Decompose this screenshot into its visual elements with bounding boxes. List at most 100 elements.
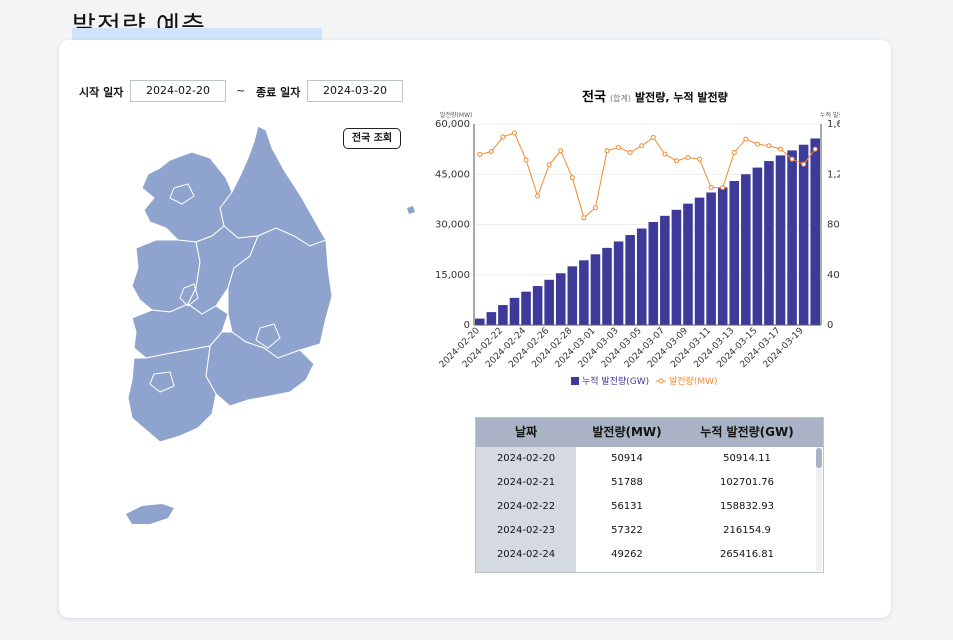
line-point: [639, 143, 645, 149]
bar: [602, 247, 612, 325]
line-point: [720, 185, 726, 191]
cell-generation: 50914: [611, 453, 643, 464]
line-point: [592, 205, 598, 211]
bar: [486, 312, 497, 325]
generation-chart: 전국 (합계) 발전량, 누적 발전량 발전량(MW) 누적 발전량(GW) 0…: [435, 89, 840, 387]
bar: [509, 297, 520, 325]
bar: [544, 279, 554, 325]
header-date: 날짜: [514, 425, 538, 439]
cell-date: 2024-02-22: [496, 501, 556, 512]
line-point: [697, 156, 703, 162]
cell-generation: 57322: [611, 525, 643, 536]
line-point: [812, 146, 818, 152]
line-point: [477, 151, 483, 157]
cell-generation: 56131: [611, 501, 643, 512]
y-left-tick-label: 0: [464, 320, 470, 331]
start-date-label: 시작 일자: [79, 86, 124, 99]
header-cumulative: 누적 발전량(GW): [700, 425, 794, 439]
line-point: [535, 193, 541, 199]
y-right-tick-label: 1,200,000: [827, 169, 840, 180]
bar: [798, 144, 809, 325]
cell-date: 2024-02-20: [496, 453, 556, 464]
legend-bar-swatch: [571, 377, 579, 385]
line-point: [685, 155, 691, 160]
map-region-gyeonggi[interactable]: [141, 151, 233, 243]
line-point: [650, 134, 656, 140]
right-axis-label: 누적 발전량(GW): [820, 111, 840, 119]
bar: [613, 241, 624, 325]
y-left-tick-label: 45,000: [435, 169, 470, 180]
cell-date: 2024-02-23: [496, 525, 556, 536]
line-point: [500, 134, 506, 140]
legend-line-label: 발전량(MW): [669, 375, 718, 387]
map-region-jeonnam[interactable]: [127, 345, 217, 443]
line-point: [523, 157, 529, 163]
korea-map[interactable]: [70, 118, 420, 533]
bar: [475, 318, 485, 325]
line-point: [789, 156, 795, 162]
cell-date: 2024-02-24: [496, 549, 556, 560]
line-point: [778, 146, 784, 152]
line-point: [662, 151, 668, 157]
cell-cumulative: 158832.93: [719, 501, 775, 512]
bar: [752, 167, 763, 325]
table-row[interactable]: 2024-02-22 56131 158832.93: [476, 495, 816, 519]
cell-cumulative: 216154.9: [723, 525, 771, 536]
line-point: [627, 149, 633, 155]
chart-title-sub: (합계): [610, 93, 631, 103]
y-left-tick-label: 60,000: [435, 119, 470, 130]
table-scroll-thumb[interactable]: [816, 448, 822, 468]
bar: [636, 228, 647, 325]
line-point: [673, 158, 679, 164]
map-regions[interactable]: [126, 125, 415, 524]
table-header: 날짜 발전량(MW) 누적 발전량(GW): [476, 418, 823, 447]
y-left-tick-label: 30,000: [435, 220, 470, 231]
bar: [787, 150, 797, 325]
cell-generation: 51788: [611, 477, 643, 488]
line-point: [754, 141, 760, 147]
cell-date: 2024-02-21: [496, 477, 556, 488]
nationwide-query-button[interactable]: 전국 조회: [343, 128, 401, 149]
table-row[interactable]: 2024-02-21 51788 102701.76: [476, 471, 816, 495]
legend-line-marker: [658, 378, 664, 384]
table-row[interactable]: 2024-02-20 50914 50914.11: [476, 447, 816, 471]
y-right-tick-label: 0: [827, 320, 833, 331]
left-axis-label: 발전량(MW): [440, 111, 472, 119]
bar: [579, 260, 589, 325]
table-row[interactable]: 2024-02-23 57322 216154.9: [476, 519, 816, 543]
date-separator: ~: [236, 84, 246, 97]
line-point: [743, 136, 749, 142]
y-right-tick-label: 800,000: [827, 220, 840, 231]
generation-table[interactable]: 날짜 발전량(MW) 누적 발전량(GW) 2024-02-20 50914 5…: [475, 417, 824, 573]
bar: [590, 254, 601, 325]
y-right-tick-label: 400,000: [827, 270, 840, 281]
line-point: [766, 143, 772, 149]
line-point: [604, 148, 610, 154]
map-region-gangwon[interactable]: [219, 125, 327, 247]
y-right-tick-label: 1,600,000: [827, 119, 840, 130]
line-point: [569, 175, 575, 181]
chart-title-main: 전국: [582, 89, 606, 105]
cell-generation: 49262: [611, 549, 643, 560]
bar: [775, 155, 786, 325]
start-date-input[interactable]: 2024-02-20: [130, 80, 226, 102]
map-region-jeju[interactable]: [126, 504, 174, 524]
bar: [729, 181, 740, 325]
bar: [660, 215, 670, 325]
bar: [648, 221, 659, 325]
bar: [671, 209, 682, 325]
line-point: [801, 161, 807, 167]
cell-cumulative: 102701.76: [719, 477, 775, 488]
line-point: [616, 144, 622, 150]
bar: [741, 174, 751, 325]
line-point: [581, 215, 587, 221]
bar: [717, 187, 728, 325]
bar: [810, 138, 820, 325]
end-date-input[interactable]: 2024-03-20: [307, 80, 403, 102]
bar: [683, 203, 693, 325]
line-point: [558, 148, 564, 154]
line-point: [511, 130, 517, 136]
bar: [567, 266, 578, 325]
bar: [694, 197, 705, 325]
table-row[interactable]: 2024-02-24 49262 265416.81: [476, 543, 816, 567]
